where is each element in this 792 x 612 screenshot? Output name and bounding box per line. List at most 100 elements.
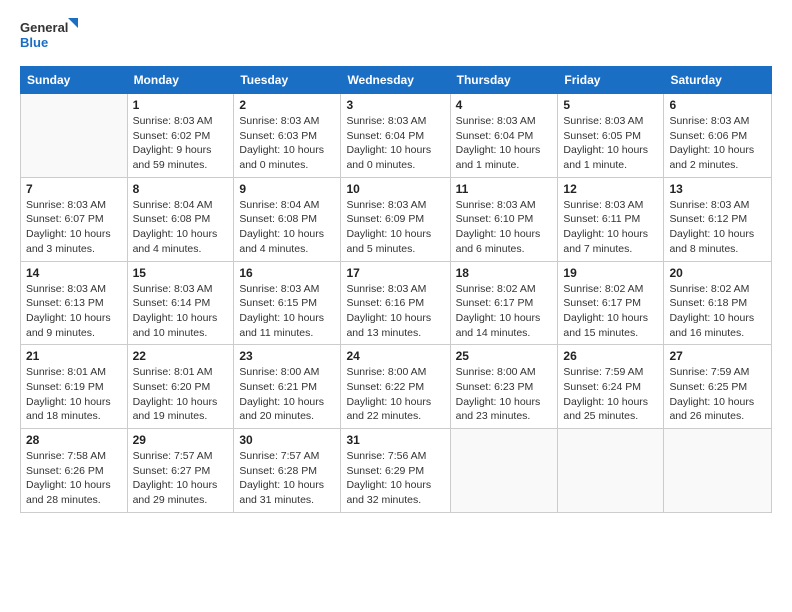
calendar-cell: 12Sunrise: 8:03 AMSunset: 6:11 PMDayligh… [558,177,664,261]
day-info: Sunrise: 8:02 AMSunset: 6:17 PMDaylight:… [563,282,658,341]
weekday-header-saturday: Saturday [664,67,772,94]
day-number: 27 [669,349,766,363]
day-info: Sunrise: 8:01 AMSunset: 6:20 PMDaylight:… [133,365,229,424]
calendar-cell: 7 Sunrise: 8:03 AMSunset: 6:07 PMDaylight… [21,177,128,261]
day-info: Sunrise: 7:57 AMSunset: 6:28 PMDaylight:… [239,449,335,508]
calendar-cell: 9Sunrise: 8:04 AMSunset: 6:08 PMDaylight… [234,177,341,261]
weekday-header-tuesday: Tuesday [234,67,341,94]
calendar-cell: 14 Sunrise: 8:03 AMSunset: 6:13 PMDayligh… [21,261,128,345]
day-info: Sunrise: 8:02 AMSunset: 6:17 PMDaylight:… [456,282,553,341]
day-info: Sunrise: 8:03 AMSunset: 6:07 PMDaylight:… [26,198,122,257]
day-number: 15 [133,266,229,280]
day-number: 2 [239,98,335,112]
calendar-cell: 5 Sunrise: 8:03 AMSunset: 6:05 PMDaylight… [558,94,664,178]
day-number: 20 [669,266,766,280]
svg-text:General: General [20,20,68,35]
day-info: Sunrise: 7:59 AMSunset: 6:24 PMDaylight:… [563,365,658,424]
day-info: Sunrise: 8:03 AMSunset: 6:02 PMDaylight:… [133,114,229,173]
day-number: 25 [456,349,553,363]
calendar-cell: 19 Sunrise: 8:02 AMSunset: 6:17 PMDayligh… [558,261,664,345]
day-number: 16 [239,266,335,280]
day-number: 23 [239,349,335,363]
calendar-cell: 17 Sunrise: 8:03 AMSunset: 6:16 PMDayligh… [341,261,450,345]
day-number: 17 [346,266,444,280]
day-info: Sunrise: 8:03 AMSunset: 6:10 PMDaylight:… [456,198,553,257]
header: General Blue [20,16,772,56]
day-info: Sunrise: 8:03 AMSunset: 6:04 PMDaylight:… [456,114,553,173]
calendar-cell: 25 Sunrise: 8:00 AMSunset: 6:23 PMDayligh… [450,345,558,429]
weekday-header-wednesday: Wednesday [341,67,450,94]
day-number: 21 [26,349,122,363]
day-number: 31 [346,433,444,447]
day-number: 4 [456,98,553,112]
calendar-cell: 6Sunrise: 8:03 AMSunset: 6:06 PMDaylight… [664,94,772,178]
day-info: Sunrise: 8:00 AMSunset: 6:22 PMDaylight:… [346,365,444,424]
calendar-cell: 16 Sunrise: 8:03 AMSunset: 6:15 PMDayligh… [234,261,341,345]
calendar-week-row: 21 Sunrise: 8:01 AMSunset: 6:19 PMDayligh… [21,345,772,429]
calendar-cell [558,429,664,513]
weekday-header-row: SundayMondayTuesdayWednesdayThursdayFrid… [21,67,772,94]
calendar-cell: 8Sunrise: 8:04 AMSunset: 6:08 PMDaylight… [127,177,234,261]
weekday-header-monday: Monday [127,67,234,94]
calendar-cell: 22 Sunrise: 8:01 AMSunset: 6:20 PMDayligh… [127,345,234,429]
day-info: Sunrise: 8:03 AMSunset: 6:16 PMDaylight:… [346,282,444,341]
calendar-cell [21,94,128,178]
day-info: Sunrise: 8:03 AMSunset: 6:12 PMDaylight:… [669,198,766,257]
day-number: 9 [239,182,335,196]
day-info: Sunrise: 8:03 AMSunset: 6:05 PMDaylight:… [563,114,658,173]
day-number: 7 [26,182,122,196]
calendar-week-row: 14 Sunrise: 8:03 AMSunset: 6:13 PMDayligh… [21,261,772,345]
day-info: Sunrise: 7:58 AMSunset: 6:26 PMDaylight:… [26,449,122,508]
calendar-table: SundayMondayTuesdayWednesdayThursdayFrid… [20,66,772,513]
page: General Blue SundayMondayTuesdayWednesda… [0,0,792,612]
calendar-cell: 26 Sunrise: 7:59 AMSunset: 6:24 PMDayligh… [558,345,664,429]
weekday-header-thursday: Thursday [450,67,558,94]
weekday-header-friday: Friday [558,67,664,94]
calendar-cell: 10 Sunrise: 8:03 AMSunset: 6:09 PMDayligh… [341,177,450,261]
calendar-cell: 18 Sunrise: 8:02 AMSunset: 6:17 PMDayligh… [450,261,558,345]
day-info: Sunrise: 7:57 AMSunset: 6:27 PMDaylight:… [133,449,229,508]
calendar-week-row: 28 Sunrise: 7:58 AMSunset: 6:26 PMDayligh… [21,429,772,513]
calendar-cell: 2 Sunrise: 8:03 AMSunset: 6:03 PMDaylight… [234,94,341,178]
calendar-cell: 13Sunrise: 8:03 AMSunset: 6:12 PMDayligh… [664,177,772,261]
day-number: 14 [26,266,122,280]
day-number: 5 [563,98,658,112]
day-number: 22 [133,349,229,363]
day-info: Sunrise: 7:59 AMSunset: 6:25 PMDaylight:… [669,365,766,424]
day-number: 19 [563,266,658,280]
calendar-cell [450,429,558,513]
day-info: Sunrise: 8:01 AMSunset: 6:19 PMDaylight:… [26,365,122,424]
day-number: 18 [456,266,553,280]
logo: General Blue [20,16,80,56]
calendar-cell: 3 Sunrise: 8:03 AMSunset: 6:04 PMDaylight… [341,94,450,178]
calendar-cell: 11Sunrise: 8:03 AMSunset: 6:10 PMDayligh… [450,177,558,261]
day-number: 3 [346,98,444,112]
calendar-cell: 29Sunrise: 7:57 AMSunset: 6:27 PMDayligh… [127,429,234,513]
calendar-cell: 27 Sunrise: 7:59 AMSunset: 6:25 PMDayligh… [664,345,772,429]
calendar-cell: 20Sunrise: 8:02 AMSunset: 6:18 PMDayligh… [664,261,772,345]
day-info: Sunrise: 8:00 AMSunset: 6:21 PMDaylight:… [239,365,335,424]
day-info: Sunrise: 8:04 AMSunset: 6:08 PMDaylight:… [133,198,229,257]
calendar-cell: 23 Sunrise: 8:00 AMSunset: 6:21 PMDayligh… [234,345,341,429]
day-info: Sunrise: 8:03 AMSunset: 6:04 PMDaylight:… [346,114,444,173]
day-info: Sunrise: 7:56 AMSunset: 6:29 PMDaylight:… [346,449,444,508]
day-info: Sunrise: 8:03 AMSunset: 6:14 PMDaylight:… [133,282,229,341]
calendar-cell: 28 Sunrise: 7:58 AMSunset: 6:26 PMDayligh… [21,429,128,513]
calendar-cell: 15 Sunrise: 8:03 AMSunset: 6:14 PMDayligh… [127,261,234,345]
day-number: 12 [563,182,658,196]
day-info: Sunrise: 8:03 AMSunset: 6:15 PMDaylight:… [239,282,335,341]
day-number: 6 [669,98,766,112]
day-number: 28 [26,433,122,447]
day-number: 26 [563,349,658,363]
day-info: Sunrise: 8:03 AMSunset: 6:09 PMDaylight:… [346,198,444,257]
calendar-cell: 30Sunrise: 7:57 AMSunset: 6:28 PMDayligh… [234,429,341,513]
day-info: Sunrise: 8:00 AMSunset: 6:23 PMDaylight:… [456,365,553,424]
day-number: 1 [133,98,229,112]
day-number: 24 [346,349,444,363]
day-info: Sunrise: 8:03 AMSunset: 6:03 PMDaylight:… [239,114,335,173]
day-number: 10 [346,182,444,196]
day-info: Sunrise: 8:03 AMSunset: 6:13 PMDaylight:… [26,282,122,341]
calendar-cell: 21 Sunrise: 8:01 AMSunset: 6:19 PMDayligh… [21,345,128,429]
calendar-cell [664,429,772,513]
calendar-week-row: 7 Sunrise: 8:03 AMSunset: 6:07 PMDaylight… [21,177,772,261]
